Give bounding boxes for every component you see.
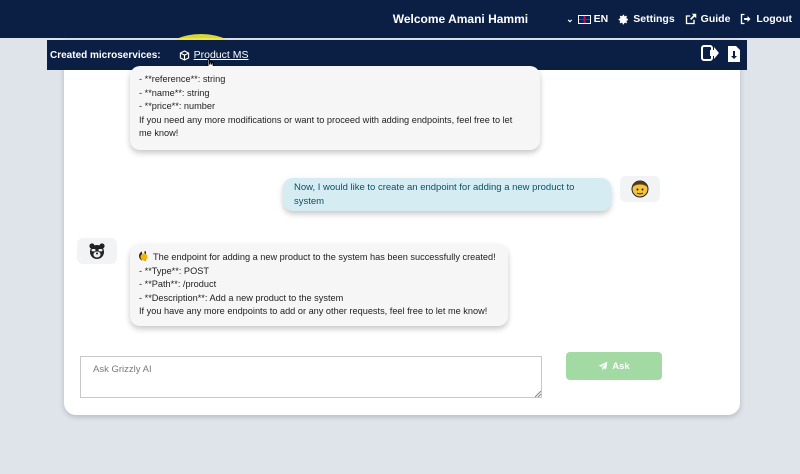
language-dropdown[interactable]: ⌄ EN [566,13,608,25]
assistant-message: - **reference**: string - **name**: stri… [130,66,540,150]
chevron-down-icon: ⌄ [566,13,574,24]
export-icon[interactable] [701,45,719,61]
external-link-icon [685,13,696,25]
logout-icon [741,13,751,25]
resize-handle[interactable] [535,391,541,397]
user-message: Now, I would like to create an endpoint … [283,178,611,211]
message-line: - **Type**: POST [139,265,209,276]
ask-input[interactable] [80,356,542,398]
download-icon[interactable] [727,45,741,63]
message-line: - **price**: number [139,101,216,112]
microservices-label: Created microservices: [50,49,161,61]
assistant-message: The endpoint for adding a new product to… [130,244,508,326]
settings-link[interactable]: Settings [618,13,675,25]
guide-label: Guide [700,13,731,25]
gear-icon [618,14,629,24]
welcome-text: Welcome Amani Hammi [392,12,529,26]
user-face-icon [631,180,649,198]
guide-link[interactable]: Guide [685,13,731,25]
settings-label: Settings [633,13,675,25]
logout-link[interactable]: Logout [740,13,792,25]
message-line: If you need any more modifications or wa… [139,114,513,125]
user-message-text: Now, I would like to create an endpoint … [294,181,575,207]
message-line: If you have any more endpoints to add or… [139,306,488,317]
ask-button[interactable]: Ask [566,352,662,380]
message-line: The endpoint for adding a new product to… [139,251,499,265]
bear-icon [89,243,105,259]
top-navbar: Welcome Amani Hammi ⌄ EN Settings Guide … [0,0,800,38]
message-line: - **name**: string [139,87,210,98]
message-line: me know! [139,128,179,139]
message-line: - **reference**: string [139,74,226,84]
language-label: EN [593,13,609,25]
message-line: - **Description**: Add a new product to … [139,292,344,303]
logout-label: Logout [756,13,792,25]
bot-avatar [77,238,117,264]
message-line: - **Path**: /product [139,279,217,290]
paper-plane-icon [598,361,608,371]
bee-icon [139,251,149,261]
cube-icon [179,49,189,61]
microservice-label: Product MS [193,49,249,61]
ask-button-label: Ask [612,360,630,372]
user-avatar [620,176,660,202]
uk-flag-icon [577,14,591,24]
